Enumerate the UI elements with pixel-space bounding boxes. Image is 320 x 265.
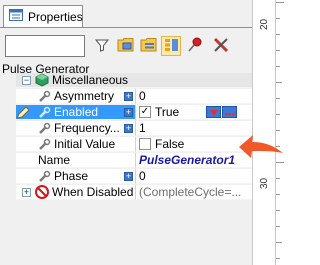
tools-button[interactable]	[211, 36, 231, 56]
property-value: 0	[139, 169, 146, 183]
property-row[interactable]: Initial Value False	[3, 137, 252, 152]
chevron-down-icon	[209, 105, 218, 119]
folder-grid-icon	[117, 37, 134, 55]
properties-panel: Properties Pulse Generator − Miscellaneo…	[0, 0, 252, 265]
property-name: Phase	[54, 169, 89, 183]
wrench-icon	[38, 170, 51, 186]
properties-toolbar	[0, 27, 252, 61]
property-name: Asymmetry	[54, 89, 114, 103]
filter-button[interactable]	[92, 36, 112, 56]
expand-icon[interactable]: +	[22, 188, 31, 197]
ruler-tick	[276, 210, 280, 211]
property-row[interactable]: + When Disabled (CompleteCycle=...	[3, 185, 252, 200]
category-row[interactable]: − Miscellaneous	[3, 73, 252, 88]
folder-list-icon	[140, 37, 157, 55]
property-row[interactable]: Phase + 0	[3, 169, 252, 184]
property-name: Frequency...	[54, 121, 120, 135]
property-value: PulseGenerator1	[139, 153, 236, 167]
ruler-tick	[276, 2, 284, 3]
properties-icon	[9, 9, 23, 24]
wrench-icon	[38, 106, 51, 122]
property-row[interactable]: Enabled + ✓ True	[3, 105, 252, 120]
wrench-icon	[38, 122, 51, 138]
property-name: Name	[38, 153, 71, 167]
alphabetical-button[interactable]	[161, 36, 181, 56]
ruler-tick	[276, 34, 280, 35]
property-value: 1	[139, 121, 146, 135]
property-row[interactable]: Frequency... + 1	[3, 121, 252, 136]
expand-icon[interactable]: +	[124, 92, 133, 101]
ruler-tick	[276, 66, 280, 67]
expand-icon[interactable]: +	[124, 124, 133, 133]
property-value: 0	[139, 89, 146, 103]
ruler-tick	[276, 82, 282, 83]
ruler-label: 20	[259, 18, 270, 30]
events-button[interactable]	[115, 36, 135, 56]
property-value: True	[155, 105, 180, 119]
ruler-tick	[276, 242, 282, 243]
property-name: When Disabled	[52, 185, 134, 199]
expand-icon[interactable]: +	[124, 108, 133, 117]
collapse-icon[interactable]: −	[22, 76, 31, 85]
property-row[interactable]: Name PulseGenerator1	[3, 153, 252, 168]
wrench-icon	[38, 90, 51, 106]
property-name: Enabled	[54, 105, 99, 119]
tab-label: Properties	[28, 9, 83, 24]
category-label: Miscellaneous	[52, 73, 129, 87]
ruler-tick	[276, 50, 280, 51]
wrench-icon	[213, 37, 229, 56]
pin-icon	[187, 37, 203, 56]
callout-arrow	[237, 125, 285, 166]
categorized-button[interactable]	[138, 36, 158, 56]
ruler-tick	[276, 194, 280, 195]
wrench-icon	[38, 138, 51, 154]
initial-value-checkbox[interactable]	[139, 138, 151, 150]
expand-icon[interactable]: +	[124, 172, 133, 181]
category-cube-icon	[35, 73, 49, 90]
property-value: False	[155, 137, 185, 151]
ruler-label: 30	[259, 177, 270, 189]
ellipsis-icon	[224, 105, 235, 119]
ruler-tick	[276, 258, 280, 259]
enabled-checkbox[interactable]: ✓	[139, 106, 151, 118]
property-name: Initial Value	[54, 137, 116, 151]
tab-properties[interactable]: Properties	[3, 5, 83, 27]
ruler-tick	[276, 98, 280, 99]
ruler-tick	[276, 178, 280, 179]
search-input[interactable]	[5, 35, 85, 57]
dropdown-button[interactable]	[206, 106, 221, 118]
ruler-tick	[276, 114, 280, 115]
ruler-tick	[276, 226, 280, 227]
property-row[interactable]: Asymmetry + 0	[3, 89, 252, 104]
pencil-icon	[16, 106, 30, 122]
no-entry-icon	[35, 185, 49, 202]
funnel-icon	[94, 37, 110, 56]
ellipsis-button[interactable]	[222, 106, 237, 118]
pin-button[interactable]	[185, 36, 205, 56]
property-grid: − Miscellaneous Asymmetry + 0 Enabled + …	[3, 73, 252, 265]
sort-list-icon	[164, 38, 179, 55]
ruler-tick	[276, 18, 280, 19]
property-value: (CompleteCycle=...	[139, 185, 242, 199]
